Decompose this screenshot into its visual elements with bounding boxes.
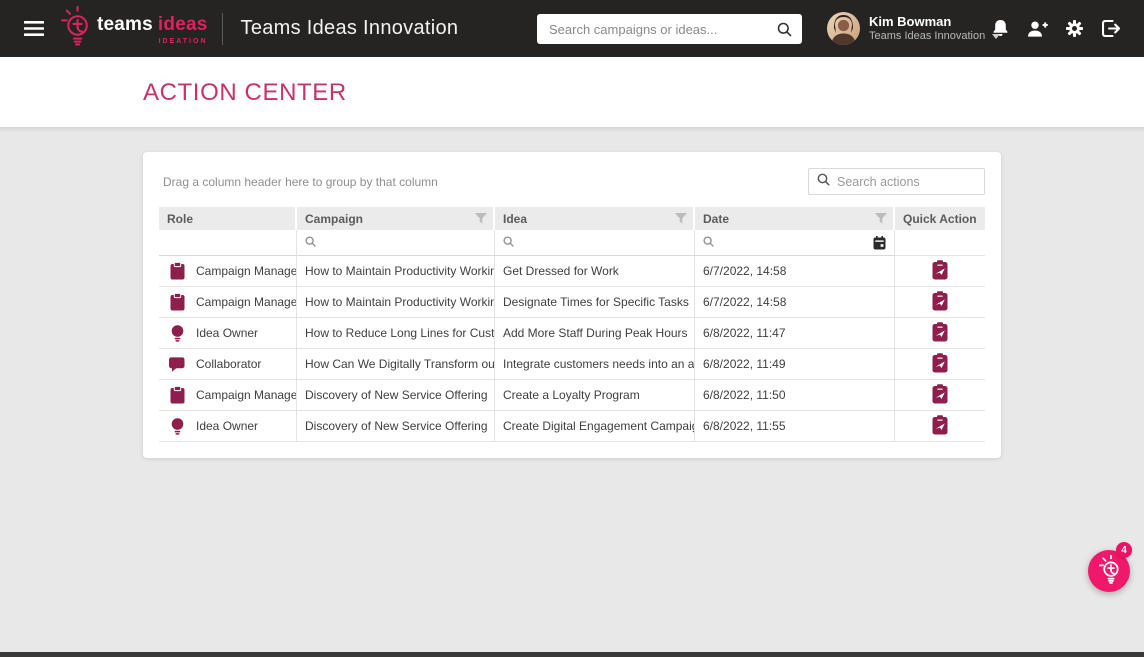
add-user-icon[interactable] xyxy=(1026,17,1048,41)
role-label: Campaign Manager xyxy=(196,264,297,278)
search-icon[interactable] xyxy=(777,22,792,37)
lightbulb-icon xyxy=(167,417,187,435)
column-header-campaign[interactable]: Campaign xyxy=(297,207,495,230)
table-row[interactable]: Idea Owner Discovery of New Service Offe… xyxy=(159,411,985,442)
campaign-cell: How to Maintain Productivity Working ... xyxy=(297,256,495,287)
sign-out-icon[interactable] xyxy=(1100,17,1122,41)
role-label: Idea Owner xyxy=(196,326,259,340)
campaign-cell: How Can We Digitally Transform our P... xyxy=(297,349,495,380)
actions-search-input[interactable] xyxy=(837,174,976,189)
column-header-date[interactable]: Date xyxy=(695,207,895,230)
idea-cell: Integrate customers needs into an app xyxy=(495,349,695,380)
column-header-quick-action: Quick Action xyxy=(895,207,985,230)
table-row[interactable]: Campaign Manager Discovery of New Servic… xyxy=(159,380,985,411)
logo-word-teams: teams xyxy=(97,13,153,35)
column-header-idea[interactable]: Idea xyxy=(495,207,695,230)
quick-action-button[interactable] xyxy=(930,320,950,347)
clipboard-icon xyxy=(167,386,187,404)
role-label: Collaborator xyxy=(196,357,262,371)
idea-cell: Designate Times for Specific Tasks xyxy=(495,287,695,318)
bottom-edge-bar xyxy=(0,652,1144,657)
idea-cell: Get Dressed for Work xyxy=(495,256,695,287)
clipboard-send-icon xyxy=(932,414,948,438)
filter-cell-date[interactable] xyxy=(695,230,895,256)
clipboard-send-icon xyxy=(932,383,948,407)
clipboard-send-icon xyxy=(932,290,948,314)
lightbulb-logo-icon xyxy=(60,5,91,51)
app-title: Teams Ideas Innovation xyxy=(240,17,459,39)
date-cell: 6/8/2022, 11:49 xyxy=(695,349,895,380)
user-profile[interactable]: Kim Bowman Teams Ideas Innovation xyxy=(827,12,1001,45)
filter-funnel-icon[interactable] xyxy=(675,213,687,224)
date-cell: 6/7/2022, 14:58 xyxy=(695,256,895,287)
group-by-hint: Drag a column header here to group by th… xyxy=(163,174,438,189)
quick-action-button[interactable] xyxy=(930,413,950,440)
filter-cell-role xyxy=(159,230,297,256)
clipboard-send-icon xyxy=(932,352,948,376)
idea-cell: Add More Staff During Peak Hours xyxy=(495,318,695,349)
clipboard-icon xyxy=(167,293,187,311)
quick-action-button[interactable] xyxy=(930,382,950,409)
role-label: Idea Owner xyxy=(196,419,259,433)
column-header-role[interactable]: Role xyxy=(159,207,297,230)
campaign-cell: How to Maintain Productivity Working ... xyxy=(297,287,495,318)
search-icon xyxy=(817,173,830,191)
filter-funnel-icon[interactable] xyxy=(875,213,887,224)
actions-table: Role Campaign Idea Date Quick Action Cam… xyxy=(159,207,985,442)
heading-band: ACTION CENTER xyxy=(0,57,1144,128)
global-search-box xyxy=(537,14,802,44)
quick-action-button[interactable] xyxy=(930,351,950,378)
navbar-divider xyxy=(221,12,223,45)
date-cell: 6/7/2022, 14:58 xyxy=(695,287,895,318)
actions-search-box xyxy=(808,168,985,195)
filter-cell-quick-action xyxy=(895,230,985,256)
actions-panel: Drag a column header here to group by th… xyxy=(143,152,1001,458)
table-row[interactable]: Campaign Manager How to Maintain Product… xyxy=(159,287,985,318)
user-org: Teams Ideas Innovation xyxy=(869,30,986,42)
filter-cell-campaign[interactable] xyxy=(297,230,495,256)
table-row[interactable]: Campaign Manager How to Maintain Product… xyxy=(159,256,985,287)
fab-notification-badge: 4 xyxy=(1116,542,1132,558)
search-icon xyxy=(305,235,316,250)
campaign-cell: How to Reduce Long Lines for Custom... xyxy=(297,318,495,349)
settings-gear-icon[interactable] xyxy=(1063,17,1085,41)
logo-word-ideas: ideas xyxy=(157,13,208,35)
chat-icon xyxy=(167,356,187,372)
avatar xyxy=(827,12,860,45)
teams-ideas-logo[interactable]: teams ideas IDEATION xyxy=(60,5,208,51)
clipboard-send-icon xyxy=(932,321,948,345)
page-title: ACTION CENTER xyxy=(143,79,347,106)
search-icon xyxy=(503,235,514,250)
global-search-input[interactable] xyxy=(549,21,769,37)
clipboard-send-icon xyxy=(932,259,948,283)
top-navbar: teams ideas IDEATION Teams Ideas Innovati… xyxy=(0,0,1144,57)
campaign-cell: Discovery of New Service Offering xyxy=(297,411,495,442)
action-center-page: teams ideas IDEATION Teams Ideas Innovati… xyxy=(0,0,1144,657)
table-header-row: Role Campaign Idea Date Quick Action xyxy=(159,207,985,230)
date-cell: 6/8/2022, 11:50 xyxy=(695,380,895,411)
filter-cell-idea[interactable] xyxy=(495,230,695,256)
idea-cell: Create a Loyalty Program xyxy=(495,380,695,411)
quick-action-button[interactable] xyxy=(930,289,950,316)
date-cell: 6/8/2022, 11:47 xyxy=(695,318,895,349)
lightbulb-icon xyxy=(1098,554,1121,587)
search-icon xyxy=(703,235,714,250)
quick-action-button[interactable] xyxy=(930,258,950,285)
lightbulb-icon xyxy=(167,324,187,342)
date-cell: 6/8/2022, 11:55 xyxy=(695,411,895,442)
notifications-bell-icon[interactable] xyxy=(989,17,1011,41)
hamburger-menu-icon[interactable] xyxy=(24,21,44,36)
role-label: Campaign Manager xyxy=(196,388,297,402)
filter-funnel-icon[interactable] xyxy=(475,213,487,224)
user-name: Kim Bowman xyxy=(869,14,952,29)
table-filter-row xyxy=(159,230,985,256)
idea-cell: Create Digital Engagement Campaign xyxy=(495,411,695,442)
role-label: Campaign Manager xyxy=(196,295,297,309)
table-row[interactable]: Collaborator How Can We Digitally Transf… xyxy=(159,349,985,380)
clipboard-icon xyxy=(167,262,187,280)
logo-word-ideation: IDEATION xyxy=(158,37,208,45)
campaign-cell: Discovery of New Service Offering xyxy=(297,380,495,411)
table-row[interactable]: Idea Owner How to Reduce Long Lines for … xyxy=(159,318,985,349)
calendar-icon[interactable] xyxy=(873,235,886,250)
